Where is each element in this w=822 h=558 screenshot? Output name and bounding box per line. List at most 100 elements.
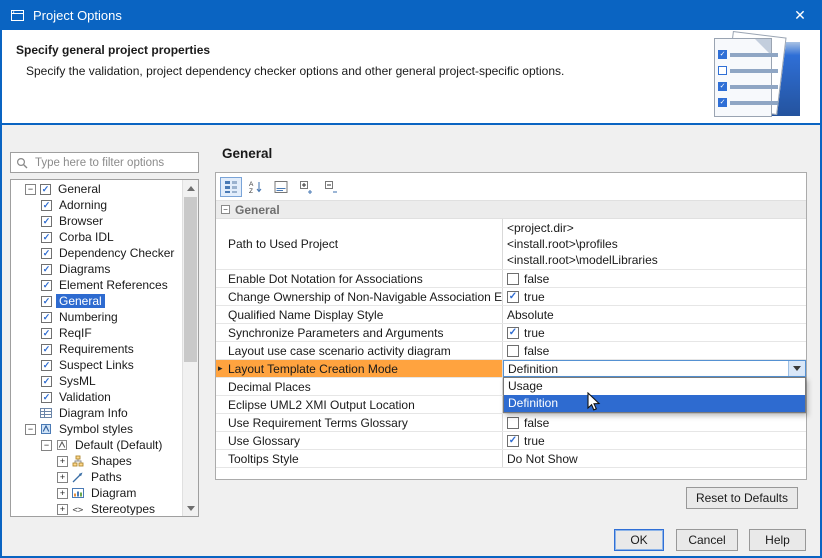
- close-icon[interactable]: ✕: [790, 7, 810, 24]
- expand-nodes-icon[interactable]: [295, 177, 317, 197]
- property-group-header[interactable]: −General: [216, 201, 806, 219]
- tree-item-checkbox[interactable]: ✓: [41, 216, 52, 227]
- tree-item-general[interactable]: −✓General: [11, 181, 182, 197]
- property-row-synchronize-parameters-and-arguments[interactable]: Synchronize Parameters and Arguments✓tru…: [216, 324, 806, 342]
- tree-item-checkbox[interactable]: ✓: [41, 296, 52, 307]
- filter-input[interactable]: [33, 156, 193, 170]
- tree-item-checkbox[interactable]: ✓: [41, 200, 52, 211]
- tree-item-label: Element References: [56, 278, 171, 292]
- tree-item-default-default[interactable]: −Default (Default): [11, 437, 182, 453]
- value-checkbox[interactable]: ✓: [507, 327, 519, 339]
- dropdown-option-definition[interactable]: Definition: [504, 395, 805, 412]
- tree-item-reqif[interactable]: ✓ReqIF: [11, 325, 182, 341]
- dialog-icon: [10, 8, 25, 23]
- options-tree-panel: −✓General✓Adorning✓Browser✓Corba IDL✓Dep…: [10, 179, 199, 517]
- property-value[interactable]: false: [503, 342, 806, 359]
- tree-item-checkbox[interactable]: ✓: [41, 312, 52, 323]
- tree-item-checkbox[interactable]: ✓: [41, 232, 52, 243]
- dropdown-option-usage[interactable]: Usage: [504, 378, 805, 395]
- tree-item-label: Symbol styles: [56, 422, 136, 436]
- tree-item-stereotypes[interactable]: +<>Stereotypes: [11, 501, 182, 515]
- scrollbar-thumb[interactable]: [184, 197, 197, 362]
- tree-item-checkbox[interactable]: ✓: [41, 328, 52, 339]
- property-label: Enable Dot Notation for Associations: [216, 270, 503, 287]
- expand-toggle-icon[interactable]: +: [57, 472, 68, 483]
- property-row-layout-template-creation-mode[interactable]: Layout Template Creation ModeDefinition: [216, 360, 806, 378]
- property-value[interactable]: ✓true: [503, 432, 806, 449]
- collapse-toggle-icon[interactable]: −: [41, 440, 52, 451]
- tree-item-element-references[interactable]: ✓ Element References: [11, 277, 182, 293]
- property-value[interactable]: false: [503, 270, 806, 287]
- tree-item-checkbox[interactable]: ✓: [40, 184, 51, 195]
- collapse-group-icon[interactable]: −: [221, 205, 230, 214]
- value-checkbox[interactable]: ✓: [507, 291, 519, 303]
- property-row-enable-dot-notation-for-associations[interactable]: Enable Dot Notation for Associations fals…: [216, 270, 806, 288]
- property-label: Synchronize Parameters and Arguments: [216, 324, 503, 341]
- value-text: false: [524, 272, 549, 286]
- reset-to-defaults-button[interactable]: Reset to Defaults: [686, 487, 798, 509]
- ok-button[interactable]: OK: [614, 529, 664, 551]
- tree-item-numbering[interactable]: ✓Numbering: [11, 309, 182, 325]
- collapse-toggle-icon[interactable]: −: [25, 424, 36, 435]
- tree-item-diagrams[interactable]: ✓ Diagrams: [11, 261, 182, 277]
- collapse-nodes-icon[interactable]: [320, 177, 342, 197]
- property-value[interactable]: ✓true: [503, 288, 806, 305]
- collapse-toggle-icon[interactable]: −: [25, 184, 36, 195]
- show-description-icon[interactable]: [270, 177, 292, 197]
- help-button[interactable]: Help: [749, 529, 806, 551]
- sort-alphabetically-icon[interactable]: AZ: [245, 177, 267, 197]
- property-value[interactable]: Absolute: [503, 306, 806, 323]
- tree-item-paths[interactable]: +Paths: [11, 469, 182, 485]
- property-label: Decimal Places: [216, 378, 503, 395]
- value-checkbox[interactable]: ✓: [507, 435, 519, 447]
- tree-scrollbar[interactable]: [182, 180, 198, 516]
- property-row-qualified-name-display-style[interactable]: Qualified Name Display StyleAbsolute: [216, 306, 806, 324]
- property-row-layout-use-case-scenario-activity-diagram[interactable]: Layout use case scenario activity diagra…: [216, 342, 806, 360]
- property-row-tooltips-style[interactable]: Tooltips StyleDo Not Show: [216, 450, 806, 468]
- tree-item-shapes[interactable]: +Shapes: [11, 453, 182, 469]
- tree-item-adorning[interactable]: ✓Adorning: [11, 197, 182, 213]
- property-row-change-ownership-of-non-navigable-association-end[interactable]: Change Ownership of Non-Navigable Associ…: [216, 288, 806, 306]
- tree-item-label: Diagrams: [56, 262, 113, 276]
- tree-item-checkbox[interactable]: ✓: [41, 392, 52, 403]
- tree-item-requirements[interactable]: ✓Requirements: [11, 341, 182, 357]
- tree-item-label: Diagram Info: [56, 406, 131, 420]
- tree-item-diagram[interactable]: +Diagram: [11, 485, 182, 501]
- expand-toggle-icon[interactable]: +: [57, 504, 68, 515]
- property-value[interactable]: Do Not Show: [503, 450, 806, 467]
- scroll-up-icon[interactable]: [183, 180, 199, 196]
- tree-item-general[interactable]: ✓General: [11, 293, 182, 309]
- property-value[interactable]: false: [503, 414, 806, 431]
- tree-item-checkbox[interactable]: ✓: [41, 248, 52, 259]
- property-row-use-glossary[interactable]: Use Glossary✓true: [216, 432, 806, 450]
- property-value[interactable]: ✓true: [503, 324, 806, 341]
- expand-toggle-icon[interactable]: +: [57, 456, 68, 467]
- banner-description: Specify the validation, project dependen…: [26, 64, 564, 78]
- layout-template-creation-mode-combobox[interactable]: Definition: [503, 360, 806, 377]
- expand-toggle-icon[interactable]: +: [57, 488, 68, 499]
- tree-item-checkbox[interactable]: ✓: [41, 360, 52, 371]
- value-checkbox[interactable]: [507, 345, 519, 357]
- cancel-button[interactable]: Cancel: [676, 529, 738, 551]
- property-row-use-requirement-terms-glossary[interactable]: Use Requirement Terms Glossaryfalse: [216, 414, 806, 432]
- combobox-arrow-icon[interactable]: [788, 361, 805, 376]
- tree-item-sysml[interactable]: ✓SysML: [11, 373, 182, 389]
- tree-item-dependency-checker[interactable]: ✓Dependency Checker: [11, 245, 182, 261]
- tree-item-checkbox[interactable]: ✓: [41, 376, 52, 387]
- tree-item-suspect-links[interactable]: ✓Suspect Links: [11, 357, 182, 373]
- value-checkbox[interactable]: [507, 273, 519, 285]
- tree-item-checkbox[interactable]: ✓: [41, 264, 52, 275]
- categorized-view-icon[interactable]: [220, 177, 242, 197]
- property-group-label: General: [235, 203, 280, 217]
- tree-item-checkbox[interactable]: ✓: [41, 280, 52, 291]
- property-row-path-to-used-project[interactable]: Path to Used Project<project.dir><instal…: [216, 219, 806, 270]
- tree-item-validation[interactable]: ✓Validation: [11, 389, 182, 405]
- tree-item-symbol-styles[interactable]: − Symbol styles: [11, 421, 182, 437]
- options-filter: [10, 152, 199, 173]
- tree-item-browser[interactable]: ✓Browser: [11, 213, 182, 229]
- scroll-down-icon[interactable]: [183, 500, 199, 516]
- value-checkbox[interactable]: [507, 417, 519, 429]
- tree-item-diagram-info[interactable]: Diagram Info: [11, 405, 182, 421]
- tree-item-checkbox[interactable]: ✓: [41, 344, 52, 355]
- tree-item-corba-idl[interactable]: ✓Corba IDL: [11, 229, 182, 245]
